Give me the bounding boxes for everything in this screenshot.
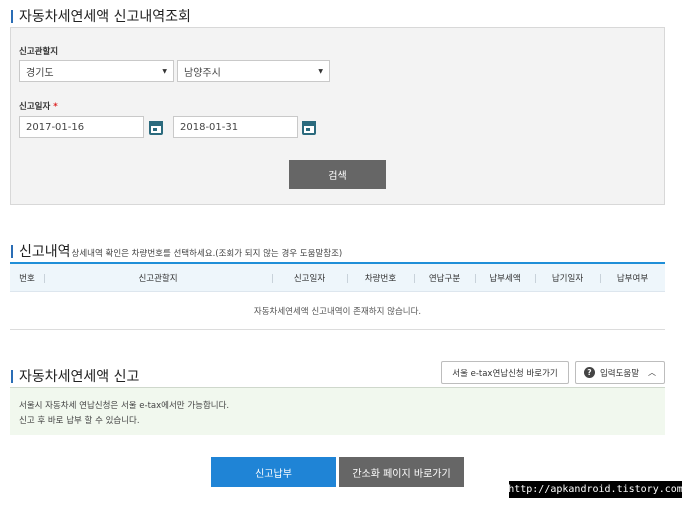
history-table-header: 번호 신고관할지 신고일자 차량번호 연납구분 납부세액 납기일자 납부여부 bbox=[10, 262, 665, 292]
help-button-label: 입력도움말 bbox=[599, 368, 640, 379]
city-select-value: 남양주시 bbox=[184, 67, 221, 79]
report-pay-button[interactable]: 신고납부 bbox=[211, 457, 336, 487]
history-subtitle: 상세내역 확인은 차량번호를 선택하세요.(조회가 되지 않는 경우 도움말참조… bbox=[71, 249, 343, 259]
simple-page-button[interactable]: 간소화 페이지 바로가기 bbox=[339, 457, 464, 487]
column-header: 차량번호 bbox=[364, 274, 397, 284]
province-select-value: 경기도 bbox=[26, 67, 54, 79]
chevron-down-icon: ▼ bbox=[162, 67, 167, 75]
column-header: 신고일자 bbox=[293, 274, 326, 284]
date-to-input[interactable]: 2018-01-31 bbox=[173, 116, 298, 138]
search-section-title: 자동차세연세액 신고내역조회 bbox=[11, 6, 191, 26]
required-mark: * bbox=[53, 102, 58, 112]
history-title-text: 신고내역 bbox=[19, 244, 71, 260]
date-label: 신고일자 * bbox=[19, 100, 58, 112]
date-from-input[interactable]: 2017-01-16 bbox=[19, 116, 144, 138]
column-header: 납부세액 bbox=[489, 274, 521, 284]
column-header: 신고관할지 bbox=[138, 274, 178, 284]
report-title-text: 자동차세연세액 신고 bbox=[19, 369, 140, 385]
title-accent-bar bbox=[11, 369, 13, 383]
chevron-up-icon: ︿ bbox=[648, 368, 657, 377]
calendar-icon[interactable] bbox=[302, 121, 316, 135]
watermark: http://apkandroid.tistory.com bbox=[508, 481, 683, 498]
search-button[interactable]: 검색 bbox=[289, 160, 386, 189]
date-to-value: 2018-01-31 bbox=[180, 121, 239, 133]
seoul-etax-link-button[interactable]: 서울 e-tax연납신청 바로가기 bbox=[441, 361, 569, 384]
column-header: 납부여부 bbox=[616, 274, 649, 284]
column-header: 연납구분 bbox=[428, 274, 461, 284]
city-select[interactable]: 남양주시 ▼ bbox=[177, 60, 330, 82]
report-section-title: 자동차세연세액 신고 bbox=[11, 366, 139, 386]
search-title-text: 자동차세연세액 신고내역조회 bbox=[19, 9, 191, 25]
empty-table-message: 자동차세연세액 신고내역이 존재하지 않습니다. bbox=[10, 292, 665, 330]
date-from-value: 2017-01-16 bbox=[26, 121, 85, 133]
title-accent-bar bbox=[11, 244, 13, 258]
notice-line: 신고 후 바로 납부 할 수 있습니다. bbox=[19, 416, 140, 426]
notice-line: 서울시 자동차세 연납신청은 서울 e-tax에서만 가능합니다. bbox=[19, 401, 230, 411]
notice-box: 서울시 자동차세 연납신청은 서울 e-tax에서만 가능합니다. 신고 후 바… bbox=[10, 387, 665, 435]
calendar-icon[interactable] bbox=[149, 121, 163, 135]
chevron-down-icon: ▼ bbox=[318, 67, 323, 75]
province-select[interactable]: 경기도 ▼ bbox=[19, 60, 174, 82]
office-label: 신고관할지 bbox=[19, 47, 59, 57]
date-label-text: 신고일자 bbox=[19, 102, 51, 112]
title-accent-bar bbox=[11, 9, 13, 23]
column-header: 납기일자 bbox=[551, 274, 584, 284]
help-toggle-button[interactable]: ? 입력도움말 ︿ bbox=[575, 361, 665, 384]
history-section-title: 신고내역 상세내역 확인은 차량번호를 선택하세요.(조회가 되지 않는 경우 … bbox=[11, 241, 342, 261]
question-icon: ? bbox=[583, 367, 595, 378]
column-header: 번호 bbox=[19, 274, 35, 284]
